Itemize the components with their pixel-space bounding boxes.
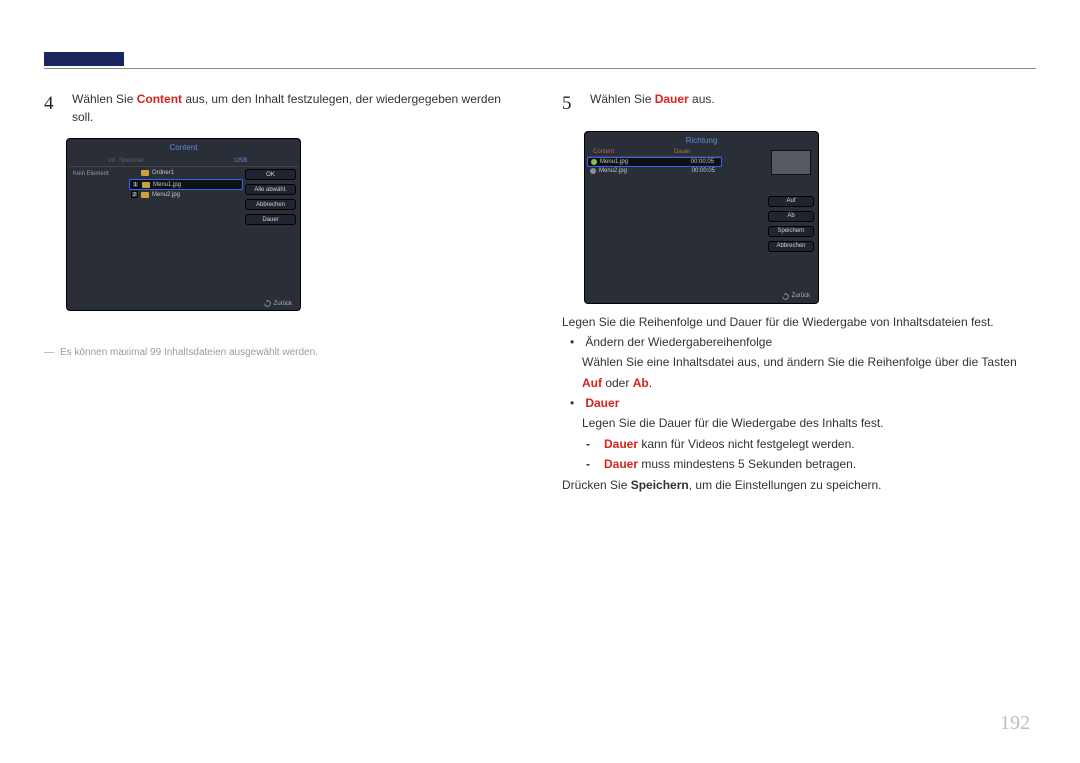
left-column: 4 Wählen Sie Content aus, um den Inhalt … xyxy=(44,90,518,495)
p2-pre: Drücken Sie xyxy=(562,478,631,492)
sub-post: muss mindestens 5 Sekunden betragen. xyxy=(638,457,856,471)
content-screen: Content Int. Speicher USB Kein Element xyxy=(66,138,301,311)
sub-item: Dauer muss mindestens 5 Sekunden betrage… xyxy=(604,454,1036,474)
sub-hl: Dauer xyxy=(604,457,638,471)
li-hl: Auf xyxy=(582,376,602,390)
list-item: Dauer Legen Sie die Dauer für die Wieder… xyxy=(582,393,1036,475)
folder-name: Ordner1 xyxy=(152,170,174,176)
list-item: Ändern der Wiedergabereihenfolge Wählen … xyxy=(582,332,1036,393)
file-row-selected[interactable]: 1 Menu1.jpg xyxy=(129,179,243,190)
duration-value: 00:00:05 xyxy=(692,168,719,174)
down-button[interactable]: Ab xyxy=(768,211,814,222)
step-text-pre: Wählen Sie xyxy=(590,92,655,106)
return-icon xyxy=(782,293,789,300)
col-duration: Dauer xyxy=(674,148,722,156)
col-content: Content xyxy=(593,148,674,156)
li-mid: oder xyxy=(602,376,633,390)
cancel-button[interactable]: Abbrechen xyxy=(245,199,296,210)
step-highlight: Dauer xyxy=(655,92,689,106)
ok-button[interactable]: OK xyxy=(245,169,296,180)
file-name: Menu1.jpg xyxy=(600,159,628,165)
preview-thumbnail xyxy=(771,150,811,175)
side-buttons: OK Alle abwähl. Abbrechen Dauer xyxy=(243,167,298,231)
step-text-post: aus. xyxy=(689,92,715,106)
step-number: 5 xyxy=(562,90,578,119)
top-divider xyxy=(44,68,1036,69)
folder-icon xyxy=(141,170,149,176)
back-button[interactable]: Zurück xyxy=(264,300,292,307)
file-name: Menu1.jpg xyxy=(153,182,181,188)
sub-hl: Dauer xyxy=(604,437,638,451)
folder-row[interactable]: Ordner1 xyxy=(129,169,243,179)
list-row-selected[interactable]: Menu1.jpg 00:00:05 xyxy=(587,157,722,167)
li-desc-pre: Wählen Sie eine Inhaltsdatei aus, und än… xyxy=(582,355,1017,369)
direction-screen: Richtung Content Dauer Menu1.jpg 00:00:0… xyxy=(584,131,819,304)
tab-internal[interactable]: Int. Speicher xyxy=(69,155,184,166)
duration-value: 00:00:05 xyxy=(691,159,718,165)
li-title: Ändern der Wiedergabereihenfolge xyxy=(585,335,772,349)
footnote-text: Es können maximal 99 Inhaltsdateien ausg… xyxy=(60,347,318,358)
step-number: 4 xyxy=(44,90,60,126)
no-element-label: Kein Element xyxy=(73,171,109,177)
li-post: . xyxy=(649,376,652,390)
image-icon xyxy=(141,192,149,198)
file-name: Menu2.jpg xyxy=(152,192,180,198)
list-row[interactable]: Menu2.jpg 00:00:05 xyxy=(587,167,722,175)
file-row[interactable]: 2 Menu2.jpg xyxy=(129,190,243,201)
section-marker xyxy=(44,52,124,66)
deselect-all-button[interactable]: Alle abwähl. xyxy=(245,184,296,195)
status-dot-icon xyxy=(590,168,596,174)
step-text: Wählen Sie Dauer aus. xyxy=(590,90,715,119)
tab-usb[interactable]: USB xyxy=(184,155,299,166)
li-desc: Legen Sie die Dauer für die Wiedergabe d… xyxy=(582,416,884,430)
return-icon xyxy=(264,300,271,307)
paragraph: Drücken Sie Speichern, um die Einstellun… xyxy=(562,475,1036,495)
left-pane: Kein Element xyxy=(69,167,129,231)
p2-post: , um die Einstellungen zu speichern. xyxy=(689,478,882,492)
step-text: Wählen Sie Content aus, um den Inhalt fe… xyxy=(72,90,518,126)
step-text-pre: Wählen Sie xyxy=(72,92,137,106)
page-number: 192 xyxy=(1000,712,1030,735)
sub-post: kann für Videos nicht festgelegt werden. xyxy=(638,437,855,451)
sub-item: Dauer kann für Videos nicht festgelegt w… xyxy=(604,434,1036,454)
back-label: Zurück xyxy=(274,301,292,307)
tab-row: Int. Speicher USB xyxy=(69,155,298,167)
back-button[interactable]: Zurück xyxy=(782,293,810,300)
file-list: Ordner1 1 Menu1.jpg 2 Menu2.jpg xyxy=(129,167,243,231)
file-index: 1 xyxy=(132,181,139,188)
file-name: Menu2.jpg xyxy=(599,168,627,174)
li-hl: Ab xyxy=(633,376,649,390)
image-icon xyxy=(142,182,150,188)
p2-hl: Speichern xyxy=(631,478,689,492)
file-index: 2 xyxy=(131,191,138,198)
paragraph: Legen Sie die Reihenfolge und Dauer für … xyxy=(562,312,1036,332)
duration-button[interactable]: Dauer xyxy=(245,214,296,225)
save-button[interactable]: Speichern xyxy=(768,226,814,237)
right-column: 5 Wählen Sie Dauer aus. Richtung Content… xyxy=(562,90,1036,495)
footnote: ― Es können maximal 99 Inhaltsdateien au… xyxy=(44,347,518,358)
back-label: Zurück xyxy=(792,293,810,299)
status-dot-icon xyxy=(591,159,597,165)
screen-title: Richtung xyxy=(585,132,818,148)
screen-title: Content xyxy=(67,139,300,155)
li-title: Dauer xyxy=(585,396,619,410)
up-button[interactable]: Auf xyxy=(768,196,814,207)
footnote-dash: ― xyxy=(44,347,54,358)
cancel-button[interactable]: Abbrechen xyxy=(768,241,814,252)
step-highlight: Content xyxy=(137,92,182,106)
